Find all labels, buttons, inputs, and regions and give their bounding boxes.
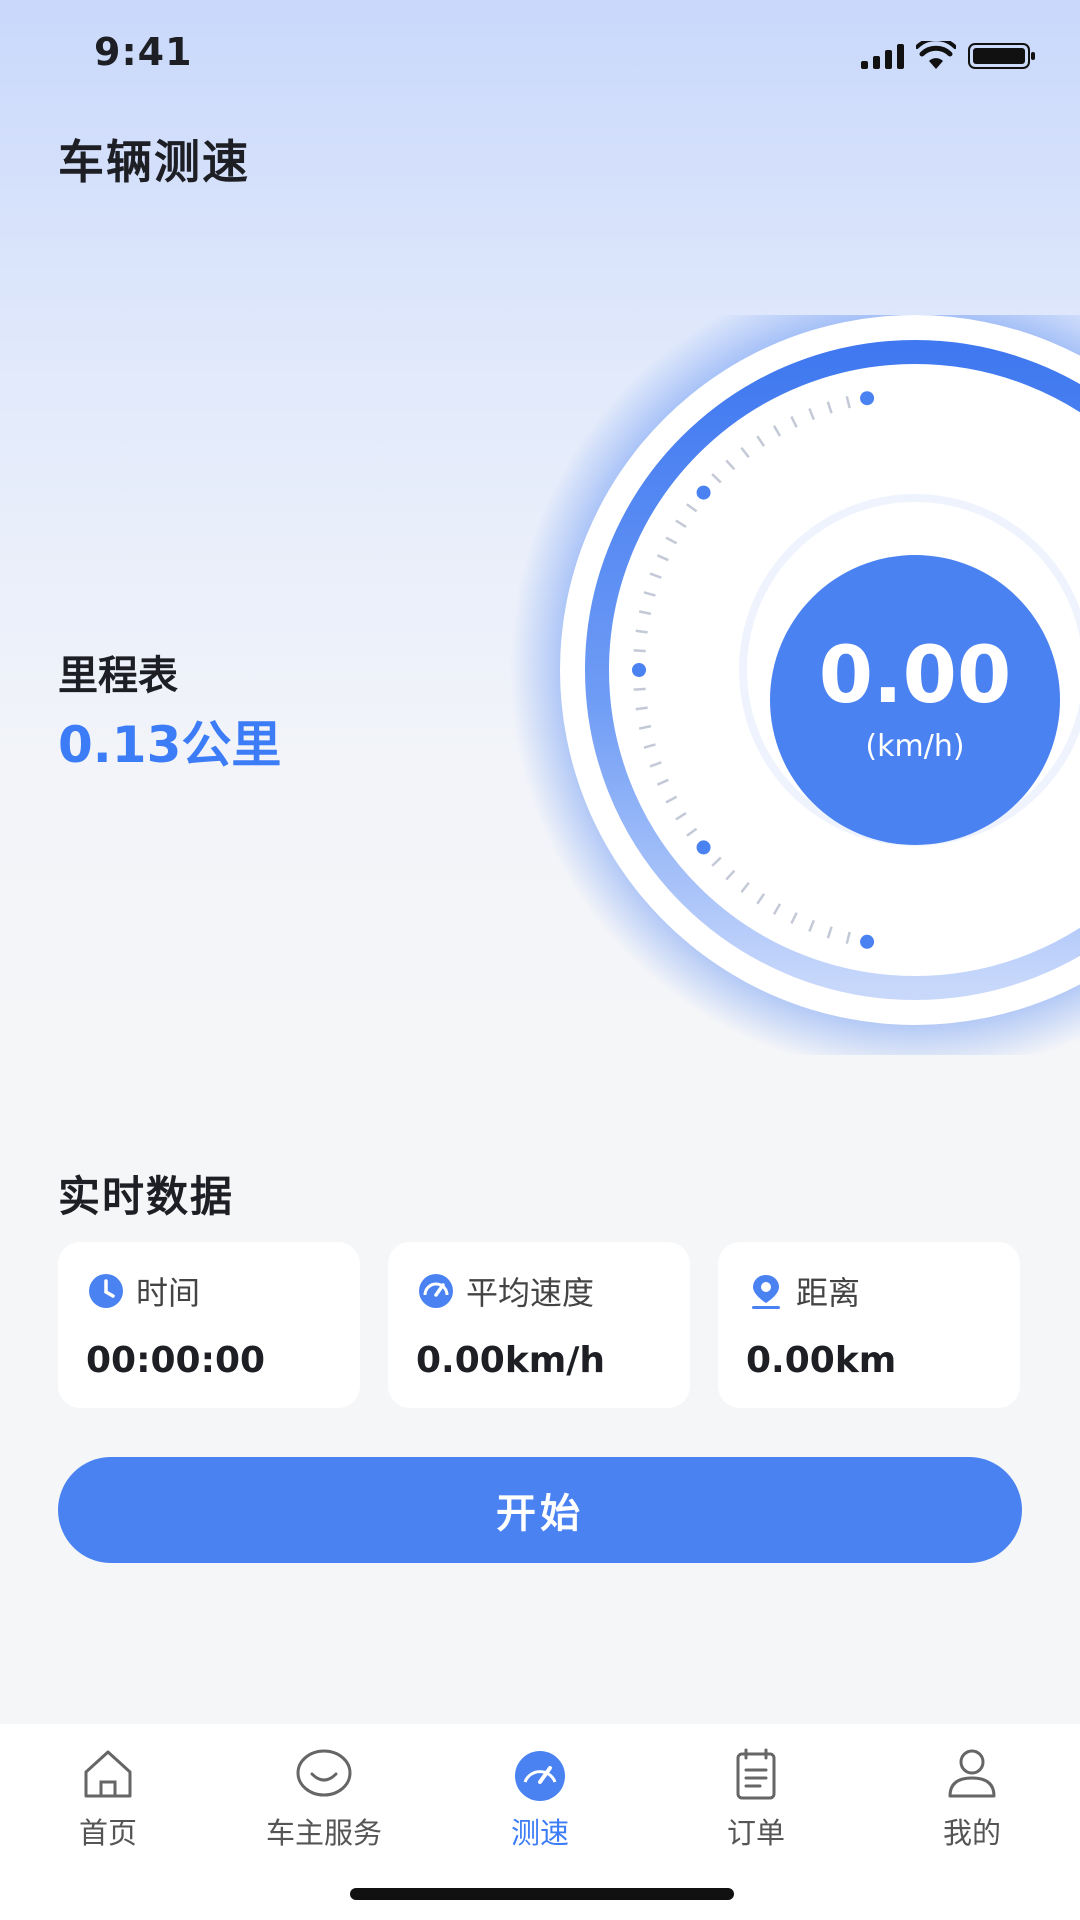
gauge-minor-tick: [633, 649, 646, 653]
location-pin-icon: [752, 1275, 780, 1309]
home-icon: [84, 1750, 132, 1798]
gauge-minor-tick: [635, 629, 648, 634]
chat-bubble-icon: [296, 1749, 352, 1797]
status-icons: [861, 38, 1038, 74]
gauge-major-tick: [632, 663, 646, 677]
tab-owner-service-label: 车主服务: [265, 1816, 382, 1850]
start-button[interactable]: 开始: [58, 1457, 1022, 1563]
gauge-major-tick: [696, 840, 711, 855]
tab-mine[interactable]: 我的: [864, 1744, 1080, 1852]
gauge-minor-tick: [633, 687, 646, 691]
tab-owner-service[interactable]: 车主服务: [216, 1744, 432, 1852]
speed-readout: 0.00 (km/h): [770, 555, 1060, 845]
tab-home[interactable]: 首页: [0, 1744, 216, 1852]
gauge-major-tick: [696, 485, 711, 500]
realtime-cards: 时间 00:00:00 平均速度 0.00km/h 距离 0.00km: [58, 1242, 1020, 1408]
tab-speed-test[interactable]: 测速: [432, 1744, 648, 1852]
order-icon: [736, 1748, 776, 1800]
tab-speed-test-label: 测速: [510, 1816, 569, 1850]
average-speed-card-label: 平均速度: [466, 1274, 595, 1312]
distance-card-label: 距离: [796, 1274, 861, 1312]
wifi-icon: [916, 41, 956, 69]
gauge-major-tick: [860, 391, 875, 406]
speed-value: 0.00: [818, 630, 1012, 721]
odometer-value: 0.13公里: [58, 716, 282, 774]
user-icon: [948, 1749, 996, 1798]
tab-home-label: 首页: [78, 1816, 137, 1850]
realtime-section-title: 实时数据: [58, 1172, 235, 1221]
tab-orders-label: 订单: [726, 1816, 785, 1850]
status-time: 9:41: [94, 30, 193, 74]
tab-orders[interactable]: 订单: [648, 1744, 864, 1852]
page-title: 车辆测速: [58, 135, 250, 189]
speed-unit: (km/h): [865, 728, 965, 764]
speedometer-icon: [515, 1751, 565, 1801]
clock-icon: [89, 1274, 123, 1308]
average-speed-card-value: 0.00km/h: [416, 1340, 606, 1381]
time-card-label: 时间: [136, 1274, 201, 1312]
speedometer-icon: [419, 1274, 453, 1308]
gauge-major-tick: [860, 934, 875, 949]
tab-mine-label: 我的: [942, 1816, 1001, 1850]
cellular-signal-icon: [861, 43, 904, 69]
time-card: 时间 00:00:00: [58, 1242, 360, 1408]
distance-card: 距离 0.00km: [718, 1242, 1020, 1408]
time-card-value: 00:00:00: [86, 1340, 266, 1381]
distance-card-value: 0.00km: [746, 1340, 897, 1381]
home-indicator: [350, 1888, 734, 1900]
status-bar: 9:41: [0, 0, 1080, 110]
odometer-label: 里程表: [58, 653, 178, 699]
gauge-minor-tick: [635, 706, 648, 711]
battery-icon: [968, 43, 1035, 69]
average-speed-card: 平均速度 0.00km/h: [388, 1242, 690, 1408]
